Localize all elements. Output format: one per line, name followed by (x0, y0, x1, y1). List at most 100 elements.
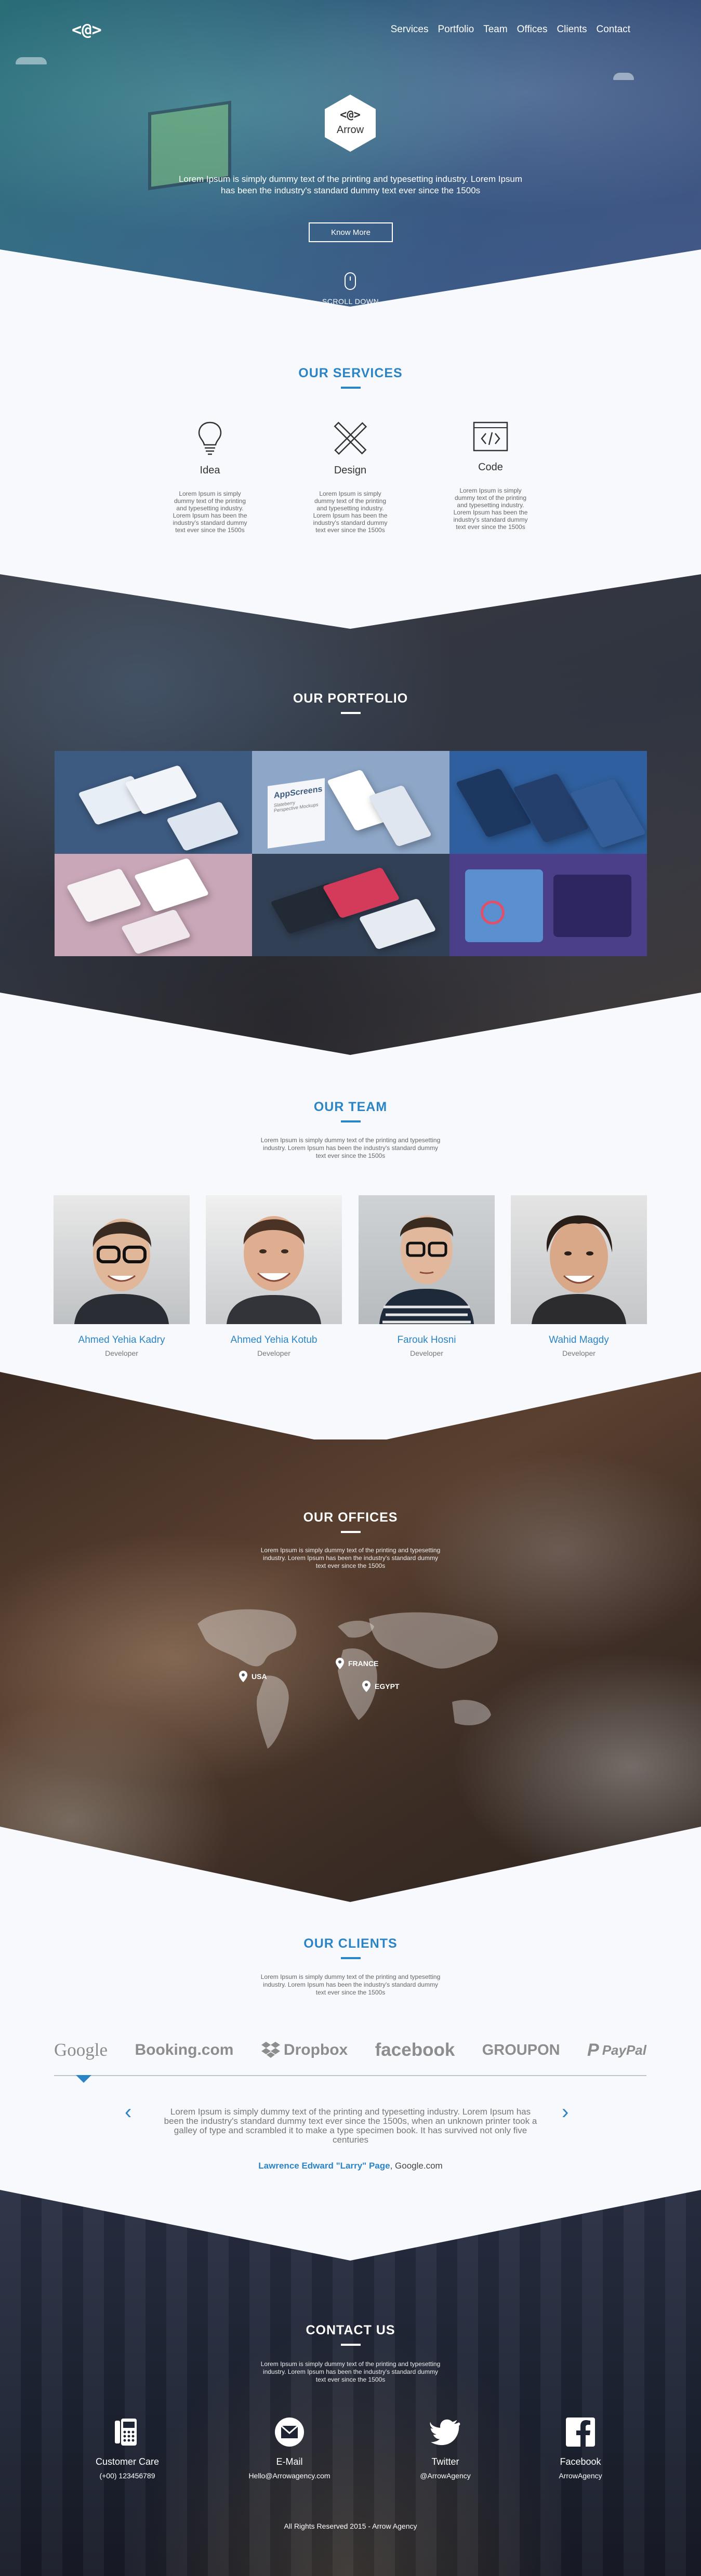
contact-label: E-Mail (276, 2456, 303, 2467)
contact-label: Facebook (560, 2456, 601, 2467)
team-member: Farouk Hosni Developer (359, 1195, 495, 1357)
offices-text: Lorem Ipsum is simply dummy text of the … (260, 1547, 441, 1569)
team-member-role: Developer (562, 1349, 596, 1357)
portfolio-item[interactable] (55, 853, 252, 956)
nav-item-contact[interactable]: Contact (597, 24, 630, 35)
service-text: Lorem Ipsum is simply dummy text of the … (453, 487, 528, 531)
portfolio-chevron-divider (0, 993, 701, 1076)
team-member: Ahmed Yehia Kadry Developer (54, 1195, 190, 1357)
portfolio-title-underline (341, 712, 361, 714)
phone-icon (115, 2419, 137, 2446)
service-text: Lorem Ipsum is simply dummy text of the … (313, 490, 388, 534)
contact-text: Lorem Ipsum is simply dummy text of the … (260, 2360, 441, 2383)
service-label: Design (334, 465, 367, 476)
ceiling-lamp (613, 73, 634, 80)
contact-label: Customer Care (95, 2456, 160, 2467)
map-pin-icon (362, 1681, 371, 1692)
ceiling-lamp (16, 57, 47, 64)
team-member-name[interactable]: Wahid Magdy (511, 1335, 647, 1346)
map-pin-icon (336, 1658, 344, 1669)
client-logo-booking[interactable]: Booking.com (135, 2041, 233, 2059)
services-title-underline (341, 387, 361, 389)
team-title-underline (341, 1120, 361, 1122)
client-logo-dropbox[interactable]: Dropbox (261, 2041, 348, 2059)
clients-title-underline (341, 1957, 361, 1959)
contact-email[interactable]: E-Mail Hello@Arrowagency.com (243, 2416, 336, 2480)
portfolio-title: OUR PORTFOLIO (293, 691, 408, 706)
team-member-name[interactable]: Farouk Hosni (359, 1335, 495, 1346)
team-member-photo (359, 1195, 495, 1324)
service-label: Idea (200, 465, 220, 476)
logo-icon[interactable]: <@> (72, 20, 102, 39)
contact-value: @ArrowAgency (420, 2472, 471, 2480)
contact-twitter[interactable]: Twitter @ArrowAgency (399, 2416, 492, 2480)
portfolio-grid: AppScreens Slateberry Perspective Mockup… (55, 751, 647, 956)
contact-customer-care[interactable]: Customer Care (+00) 123456789 (81, 2416, 174, 2480)
office-pin-france[interactable]: FRANCE (336, 1658, 378, 1669)
twitter-icon (430, 2419, 460, 2446)
email-icon (275, 2418, 304, 2447)
portfolio-item[interactable] (449, 853, 647, 956)
client-logo-paypal[interactable]: P PayPal (587, 2040, 646, 2060)
nav-item-services[interactable]: Services (391, 24, 429, 35)
client-logo-groupon[interactable]: GROUPON (482, 2042, 560, 2059)
nav-item-team[interactable]: Team (483, 24, 507, 35)
appscreens-mockup: AppScreens Slateberry Perspective Mockup… (268, 778, 325, 849)
clients-chevron-divider (0, 2188, 701, 2261)
nav-item-clients[interactable]: Clients (557, 24, 587, 35)
portfolio-item[interactable] (252, 853, 449, 956)
know-more-button[interactable]: Know More (309, 222, 393, 242)
hero-text: Lorem Ipsum is simply dummy text of the … (178, 174, 523, 195)
client-logos: Google Booking.com Dropbox facebook GROU… (54, 2040, 646, 2060)
portfolio-item[interactable] (449, 751, 647, 854)
team-member: Ahmed Yehia Kotub Developer (206, 1195, 342, 1357)
contact-title: CONTACT US (306, 2323, 395, 2337)
team-member-photo (54, 1195, 190, 1324)
client-logo-google[interactable]: Google (54, 2040, 108, 2060)
team-member-name[interactable]: Ahmed Yehia Kotub (206, 1335, 342, 1346)
portfolio-item[interactable] (55, 751, 252, 854)
hero-chevron-divider (0, 249, 701, 312)
services-title: OUR SERVICES (298, 366, 403, 380)
dropbox-icon (261, 2042, 280, 2058)
svg-text:<@>: <@> (340, 109, 361, 122)
lightbulb-icon (198, 421, 222, 455)
clients-logo-track (54, 2075, 646, 2076)
service-design: Design Lorem Ipsum is simply dummy text … (298, 421, 402, 534)
portfolio-item[interactable]: AppScreens Slateberry Perspective Mockup… (252, 751, 449, 854)
brand-hexagon-logo: <@> Arrow (325, 95, 376, 152)
contact-value: ArrowAgency (559, 2472, 602, 2480)
top-navigation: Services Portfolio Team Offices Clients … (391, 24, 630, 35)
client-logo-facebook[interactable]: facebook (375, 2040, 455, 2060)
active-client-indicator (76, 2075, 91, 2083)
service-text: Lorem Ipsum is simply dummy text of the … (173, 490, 247, 534)
clients-title: OUR CLIENTS (303, 1936, 398, 1951)
nav-item-offices[interactable]: Offices (517, 24, 548, 35)
team-member-photo (511, 1195, 647, 1324)
contact-value: Hello@Arrowagency.com (248, 2472, 330, 2480)
services-chevron-divider (0, 553, 701, 629)
brand-name: Arrow (337, 124, 364, 136)
testimonial-quote: Lorem Ipsum is simply dummy text of the … (164, 2107, 537, 2145)
office-pin-egypt[interactable]: EGYPT (362, 1681, 399, 1692)
nav-item-portfolio[interactable]: Portfolio (438, 24, 474, 35)
pencil-ruler-icon (334, 421, 367, 455)
service-code: Code Lorem Ipsum is simply dummy text of… (439, 421, 543, 531)
team-chevron-divider (0, 1362, 701, 1439)
team-member-role: Developer (105, 1349, 138, 1357)
offices-chevron-divider (0, 1827, 701, 1905)
paypal-icon: P (587, 2040, 599, 2060)
offices-title: OUR OFFICES (303, 1510, 398, 1525)
footer-copyright: All Rights Reserved 2015 - Arrow Agency (284, 2522, 417, 2530)
office-pin-usa[interactable]: USA (239, 1671, 267, 1682)
service-idea: Idea Lorem Ipsum is simply dummy text of… (158, 421, 262, 534)
offices-title-underline (341, 1531, 361, 1533)
contact-facebook[interactable]: Facebook ArrowAgency (534, 2416, 627, 2480)
team-member-name[interactable]: Ahmed Yehia Kadry (54, 1335, 190, 1346)
team-title: OUR TEAM (313, 1100, 388, 1114)
code-icon (473, 421, 508, 452)
testimonial-author-name: Lawrence Edward "Larry" Page (258, 2161, 390, 2171)
testimonial-author-company: , Google.com (390, 2161, 443, 2171)
contact-label: Twitter (431, 2456, 459, 2467)
testimonial-author: Lawrence Edward "Larry" Page, Google.com (0, 2161, 701, 2171)
